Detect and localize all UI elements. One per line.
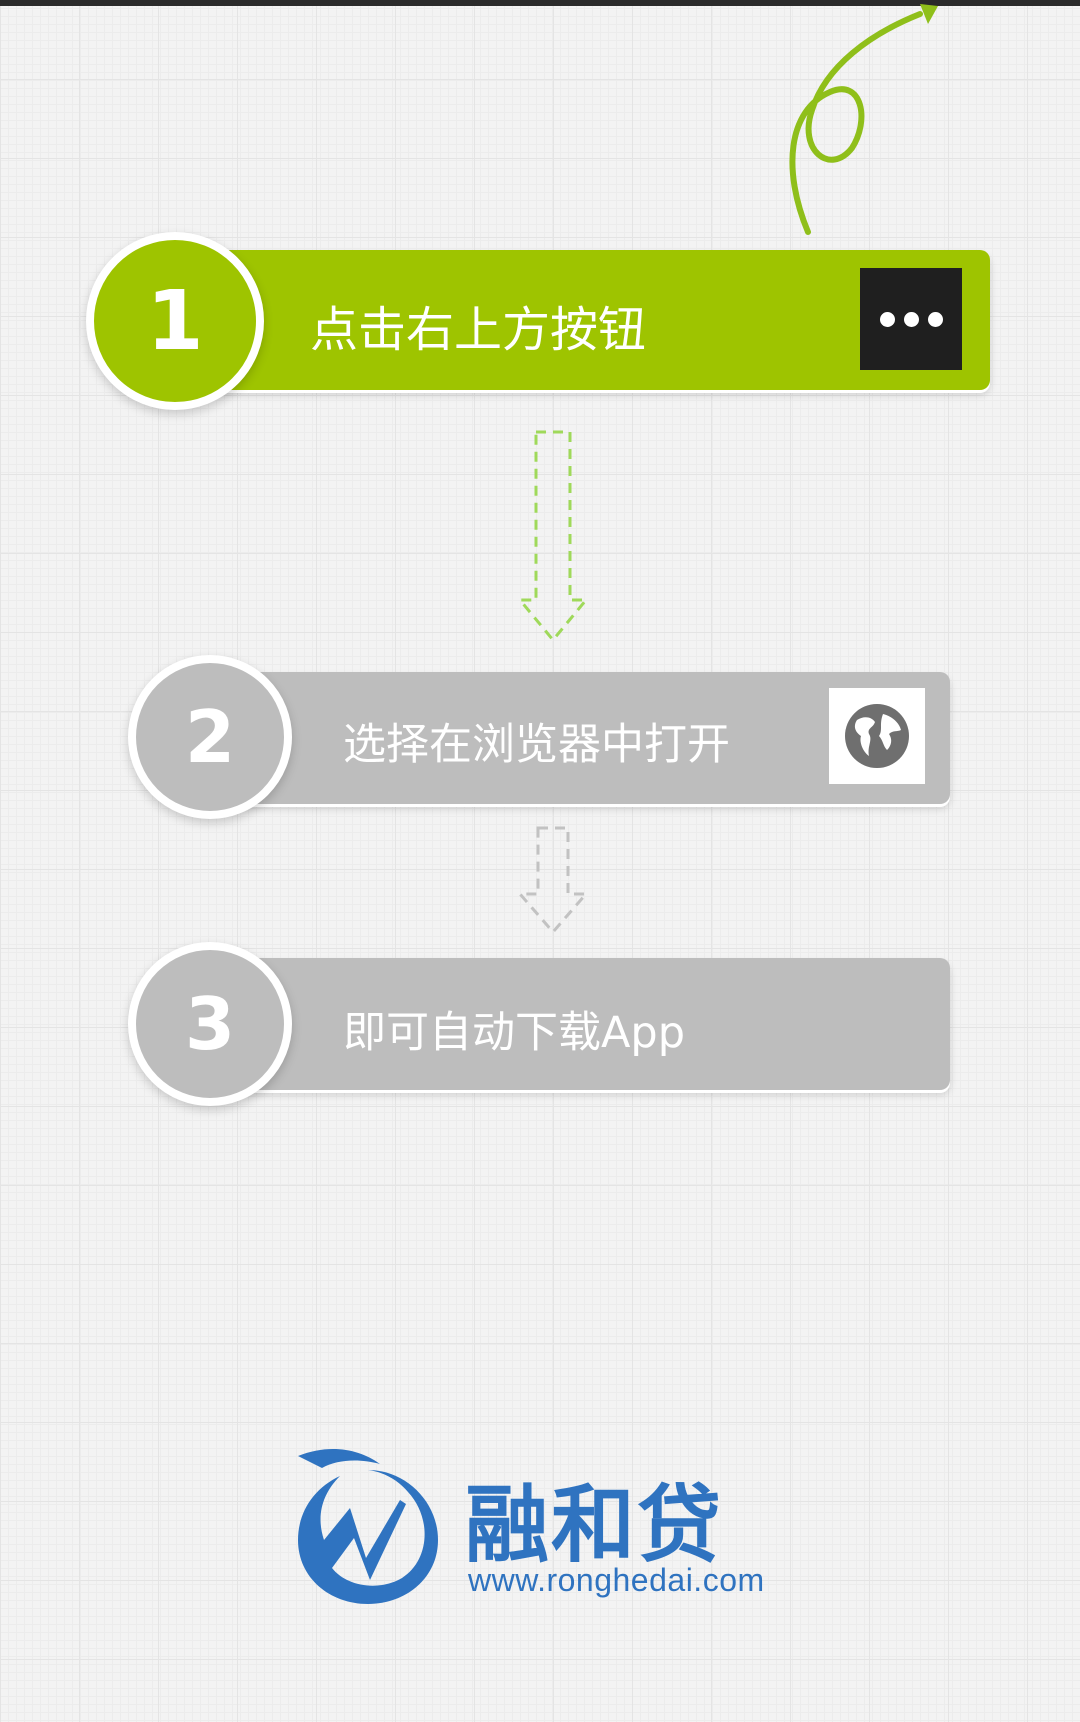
brand-name: 融和贷 [465, 1476, 724, 1574]
more-dots-icon [860, 268, 962, 370]
down-arrow-icon [518, 826, 588, 935]
curly-arrow-icon [789, 4, 938, 235]
step-3-label: 即可自动下载App [343, 1008, 686, 1058]
step-1-label: 点击右上方按钮 [310, 302, 647, 358]
step-1-number-badge: 1 [86, 232, 264, 410]
step-2-number-badge: 2 [128, 655, 292, 819]
brand-url: www.ronghedai.com [468, 1562, 765, 1598]
down-arrow-icon [518, 430, 588, 643]
step-3-number-badge: 3 [128, 942, 292, 1106]
globe-icon [829, 688, 925, 784]
brand-logo-icon [298, 1449, 438, 1604]
step-2-label: 选择在浏览器中打开 [343, 720, 730, 770]
